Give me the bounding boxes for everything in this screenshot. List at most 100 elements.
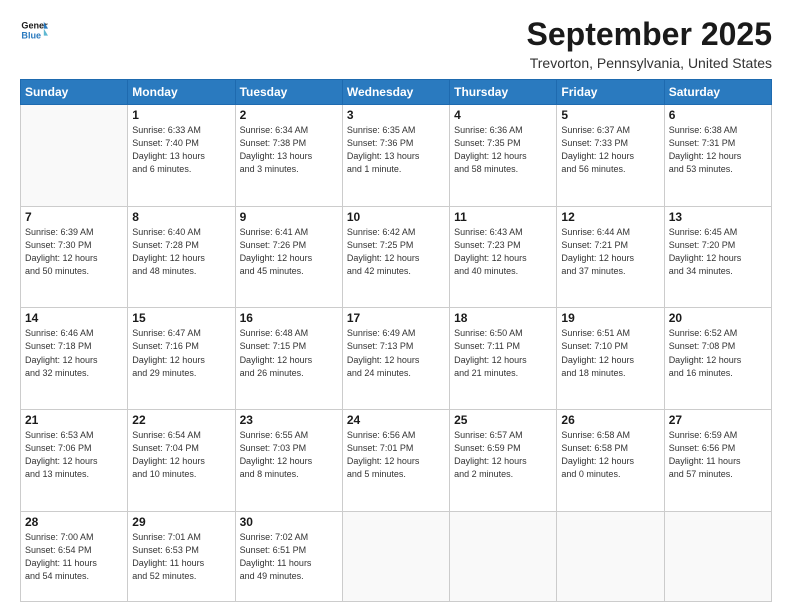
calendar-cell: 18 Sunrise: 6:50 AM Sunset: 7:11 PM Dayli… — [450, 308, 557, 410]
day-number: 29 — [132, 515, 230, 529]
day-info: Sunrise: 6:41 AM Sunset: 7:26 PM Dayligh… — [240, 226, 338, 278]
calendar-cell: 28 Sunrise: 7:00 AM Sunset: 6:54 PM Dayli… — [21, 511, 128, 601]
day-info: Sunrise: 6:50 AM Sunset: 7:11 PM Dayligh… — [454, 327, 552, 379]
svg-text:Blue: Blue — [21, 30, 41, 40]
calendar-cell: 14 Sunrise: 6:46 AM Sunset: 7:18 PM Dayli… — [21, 308, 128, 410]
month-title: September 2025 — [527, 16, 772, 53]
calendar-cell: 7 Sunrise: 6:39 AM Sunset: 7:30 PM Daylig… — [21, 206, 128, 308]
day-info: Sunrise: 6:46 AM Sunset: 7:18 PM Dayligh… — [25, 327, 123, 379]
day-number: 17 — [347, 311, 445, 325]
day-info: Sunrise: 6:54 AM Sunset: 7:04 PM Dayligh… — [132, 429, 230, 481]
day-info: Sunrise: 6:38 AM Sunset: 7:31 PM Dayligh… — [669, 124, 767, 176]
calendar-cell: 29 Sunrise: 7:01 AM Sunset: 6:53 PM Dayli… — [128, 511, 235, 601]
calendar-cell: 26 Sunrise: 6:58 AM Sunset: 6:58 PM Dayli… — [557, 410, 664, 512]
day-number: 24 — [347, 413, 445, 427]
calendar: SundayMondayTuesdayWednesdayThursdayFrid… — [20, 79, 772, 602]
day-info: Sunrise: 6:42 AM Sunset: 7:25 PM Dayligh… — [347, 226, 445, 278]
day-info: Sunrise: 6:56 AM Sunset: 7:01 PM Dayligh… — [347, 429, 445, 481]
calendar-cell: 23Sunrise: 6:55 AM Sunset: 7:03 PM Dayli… — [235, 410, 342, 512]
calendar-cell — [664, 511, 771, 601]
calendar-cell: 30 Sunrise: 7:02 AM Sunset: 6:51 PM Dayli… — [235, 511, 342, 601]
day-number: 23 — [240, 413, 338, 427]
day-info: Sunrise: 6:51 AM Sunset: 7:10 PM Dayligh… — [561, 327, 659, 379]
weekday-header: Tuesday — [235, 80, 342, 105]
day-number: 21 — [25, 413, 123, 427]
calendar-cell: 2Sunrise: 6:34 AM Sunset: 7:38 PM Daylig… — [235, 105, 342, 207]
calendar-cell: 8 Sunrise: 6:40 AM Sunset: 7:28 PM Daylig… — [128, 206, 235, 308]
calendar-cell: 5 Sunrise: 6:37 AM Sunset: 7:33 PM Daylig… — [557, 105, 664, 207]
calendar-cell: 10Sunrise: 6:42 AM Sunset: 7:25 PM Dayli… — [342, 206, 449, 308]
day-info: Sunrise: 6:40 AM Sunset: 7:28 PM Dayligh… — [132, 226, 230, 278]
day-number: 30 — [240, 515, 338, 529]
day-info: Sunrise: 6:33 AM Sunset: 7:40 PM Dayligh… — [132, 124, 230, 176]
day-info: Sunrise: 6:53 AM Sunset: 7:06 PM Dayligh… — [25, 429, 123, 481]
day-number: 14 — [25, 311, 123, 325]
calendar-cell — [21, 105, 128, 207]
day-info: Sunrise: 6:34 AM Sunset: 7:38 PM Dayligh… — [240, 124, 338, 176]
day-number: 8 — [132, 210, 230, 224]
day-info: Sunrise: 6:43 AM Sunset: 7:23 PM Dayligh… — [454, 226, 552, 278]
day-number: 4 — [454, 108, 552, 122]
day-info: Sunrise: 6:44 AM Sunset: 7:21 PM Dayligh… — [561, 226, 659, 278]
calendar-cell: 12 Sunrise: 6:44 AM Sunset: 7:21 PM Dayli… — [557, 206, 664, 308]
day-number: 22 — [132, 413, 230, 427]
day-number: 25 — [454, 413, 552, 427]
day-info: Sunrise: 6:57 AM Sunset: 6:59 PM Dayligh… — [454, 429, 552, 481]
calendar-cell: 20Sunrise: 6:52 AM Sunset: 7:08 PM Dayli… — [664, 308, 771, 410]
day-number: 16 — [240, 311, 338, 325]
calendar-cell — [342, 511, 449, 601]
day-number: 19 — [561, 311, 659, 325]
calendar-cell: 19 Sunrise: 6:51 AM Sunset: 7:10 PM Dayli… — [557, 308, 664, 410]
calendar-cell: 4 Sunrise: 6:36 AM Sunset: 7:35 PM Daylig… — [450, 105, 557, 207]
calendar-cell: 9Sunrise: 6:41 AM Sunset: 7:26 PM Daylig… — [235, 206, 342, 308]
day-number: 7 — [25, 210, 123, 224]
day-number: 26 — [561, 413, 659, 427]
calendar-cell: 1 Sunrise: 6:33 AM Sunset: 7:40 PM Daylig… — [128, 105, 235, 207]
weekday-header: Sunday — [21, 80, 128, 105]
calendar-week-row: 28 Sunrise: 7:00 AM Sunset: 6:54 PM Dayli… — [21, 511, 772, 601]
calendar-cell: 21 Sunrise: 6:53 AM Sunset: 7:06 PM Dayli… — [21, 410, 128, 512]
calendar-cell: 16 Sunrise: 6:48 AM Sunset: 7:15 PM Dayli… — [235, 308, 342, 410]
calendar-cell: 24 Sunrise: 6:56 AM Sunset: 7:01 PM Dayli… — [342, 410, 449, 512]
location: Trevorton, Pennsylvania, United States — [527, 55, 772, 71]
day-number: 1 — [132, 108, 230, 122]
day-info: Sunrise: 7:01 AM Sunset: 6:53 PM Dayligh… — [132, 531, 230, 583]
day-info: Sunrise: 6:45 AM Sunset: 7:20 PM Dayligh… — [669, 226, 767, 278]
day-info: Sunrise: 6:58 AM Sunset: 6:58 PM Dayligh… — [561, 429, 659, 481]
day-info: Sunrise: 7:00 AM Sunset: 6:54 PM Dayligh… — [25, 531, 123, 583]
title-block: September 2025 Trevorton, Pennsylvania, … — [527, 16, 772, 71]
weekday-header: Saturday — [664, 80, 771, 105]
day-number: 28 — [25, 515, 123, 529]
calendar-cell: 22 Sunrise: 6:54 AM Sunset: 7:04 PM Dayli… — [128, 410, 235, 512]
day-number: 6 — [669, 108, 767, 122]
calendar-cell: 15Sunrise: 6:47 AM Sunset: 7:16 PM Dayli… — [128, 308, 235, 410]
day-number: 18 — [454, 311, 552, 325]
day-info: Sunrise: 6:48 AM Sunset: 7:15 PM Dayligh… — [240, 327, 338, 379]
calendar-cell — [557, 511, 664, 601]
day-number: 5 — [561, 108, 659, 122]
day-info: Sunrise: 6:36 AM Sunset: 7:35 PM Dayligh… — [454, 124, 552, 176]
day-number: 12 — [561, 210, 659, 224]
day-number: 13 — [669, 210, 767, 224]
calendar-cell: 27 Sunrise: 6:59 AM Sunset: 6:56 PM Dayli… — [664, 410, 771, 512]
weekday-header: Thursday — [450, 80, 557, 105]
calendar-week-row: 1 Sunrise: 6:33 AM Sunset: 7:40 PM Daylig… — [21, 105, 772, 207]
day-info: Sunrise: 6:39 AM Sunset: 7:30 PM Dayligh… — [25, 226, 123, 278]
day-info: Sunrise: 7:02 AM Sunset: 6:51 PM Dayligh… — [240, 531, 338, 583]
calendar-week-row: 14 Sunrise: 6:46 AM Sunset: 7:18 PM Dayli… — [21, 308, 772, 410]
calendar-cell: 11 Sunrise: 6:43 AM Sunset: 7:23 PM Dayli… — [450, 206, 557, 308]
day-number: 27 — [669, 413, 767, 427]
header: General Blue September 2025 Trevorton, P… — [20, 16, 772, 71]
day-info: Sunrise: 6:49 AM Sunset: 7:13 PM Dayligh… — [347, 327, 445, 379]
day-info: Sunrise: 6:52 AM Sunset: 7:08 PM Dayligh… — [669, 327, 767, 379]
day-info: Sunrise: 6:47 AM Sunset: 7:16 PM Dayligh… — [132, 327, 230, 379]
day-info: Sunrise: 6:59 AM Sunset: 6:56 PM Dayligh… — [669, 429, 767, 481]
day-info: Sunrise: 6:37 AM Sunset: 7:33 PM Dayligh… — [561, 124, 659, 176]
day-number: 11 — [454, 210, 552, 224]
calendar-cell: 13 Sunrise: 6:45 AM Sunset: 7:20 PM Dayli… — [664, 206, 771, 308]
calendar-week-row: 7 Sunrise: 6:39 AM Sunset: 7:30 PM Daylig… — [21, 206, 772, 308]
logo-icon: General Blue — [20, 16, 48, 44]
calendar-cell: 25 Sunrise: 6:57 AM Sunset: 6:59 PM Dayli… — [450, 410, 557, 512]
weekday-header: Wednesday — [342, 80, 449, 105]
weekday-header-row: SundayMondayTuesdayWednesdayThursdayFrid… — [21, 80, 772, 105]
